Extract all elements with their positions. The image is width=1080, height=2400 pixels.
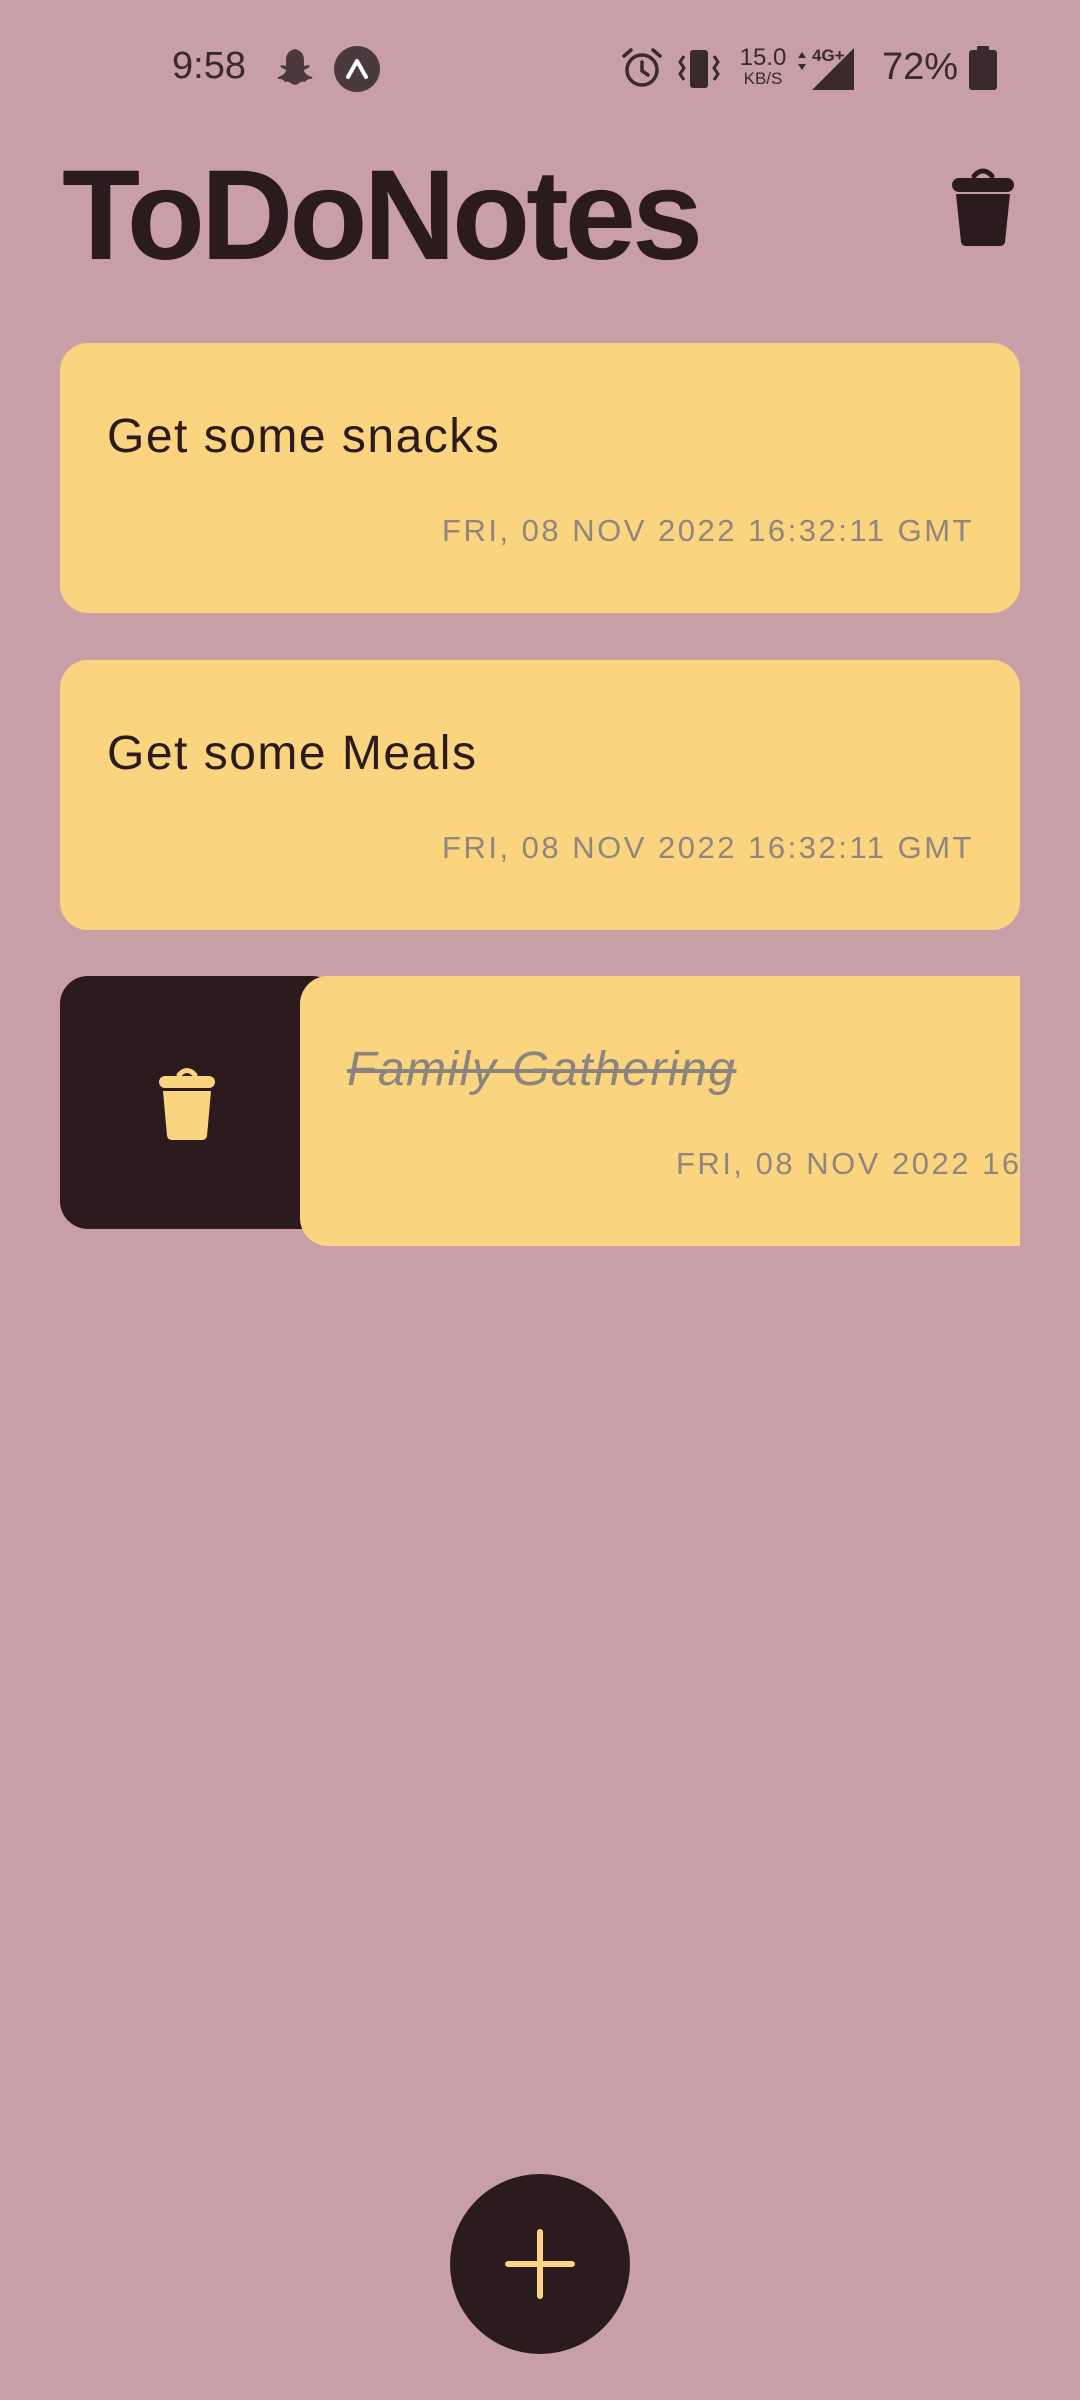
note-date: FRI, 08 NOV 2022 16:32:11 GMT	[676, 1146, 1020, 1181]
alarm-icon	[622, 48, 662, 87]
status-time: 9:58	[172, 45, 246, 87]
snapchat-icon	[277, 49, 313, 85]
battery-percent: 72%	[882, 46, 959, 88]
note-date: FRI, 08 NOV 2022 16:32:11 GMT	[442, 513, 974, 548]
battery-icon	[969, 46, 997, 90]
note-card[interactable]: Get some snacks FRI, 08 NOV 2022 16:32:1…	[60, 343, 1020, 613]
note-card[interactable]: Family Gathering FRI, 08 NOV 2022 16:32:…	[300, 976, 1020, 1246]
note-date: FRI, 08 NOV 2022 16:32:11 GMT	[442, 830, 974, 865]
vibrate-icon	[678, 50, 720, 88]
delete-action[interactable]	[60, 976, 340, 1229]
trash-icon[interactable]	[948, 164, 1018, 248]
note-title: Get some Meals	[107, 727, 478, 780]
status-bar: 9:58 15.0 KB/S 4G+ 72%	[0, 0, 1080, 140]
speed-value: 15.0	[739, 44, 787, 71]
swipe-row[interactable]: Family Gathering FRI, 08 NOV 2022 16:32:…	[60, 976, 1020, 1246]
app-screen: 9:58 15.0 KB/S 4G+ 72% ToDoNotes Get som…	[0, 0, 1080, 2400]
network-type: 4G+	[812, 46, 845, 65]
navigation-icon	[334, 46, 380, 92]
network-speed: 15.0 KB/S	[738, 44, 788, 88]
app-title: ToDoNotes	[62, 144, 703, 287]
note-card[interactable]: Get some Meals FRI, 08 NOV 2022 16:32:11…	[60, 660, 1020, 930]
speed-unit: KB/S	[743, 69, 783, 88]
add-note-button[interactable]	[450, 2174, 630, 2354]
plus-icon	[505, 2229, 575, 2299]
trash-icon	[159, 1068, 215, 1140]
note-title: Family Gathering	[347, 1043, 737, 1096]
note-title: Get some snacks	[107, 410, 501, 463]
